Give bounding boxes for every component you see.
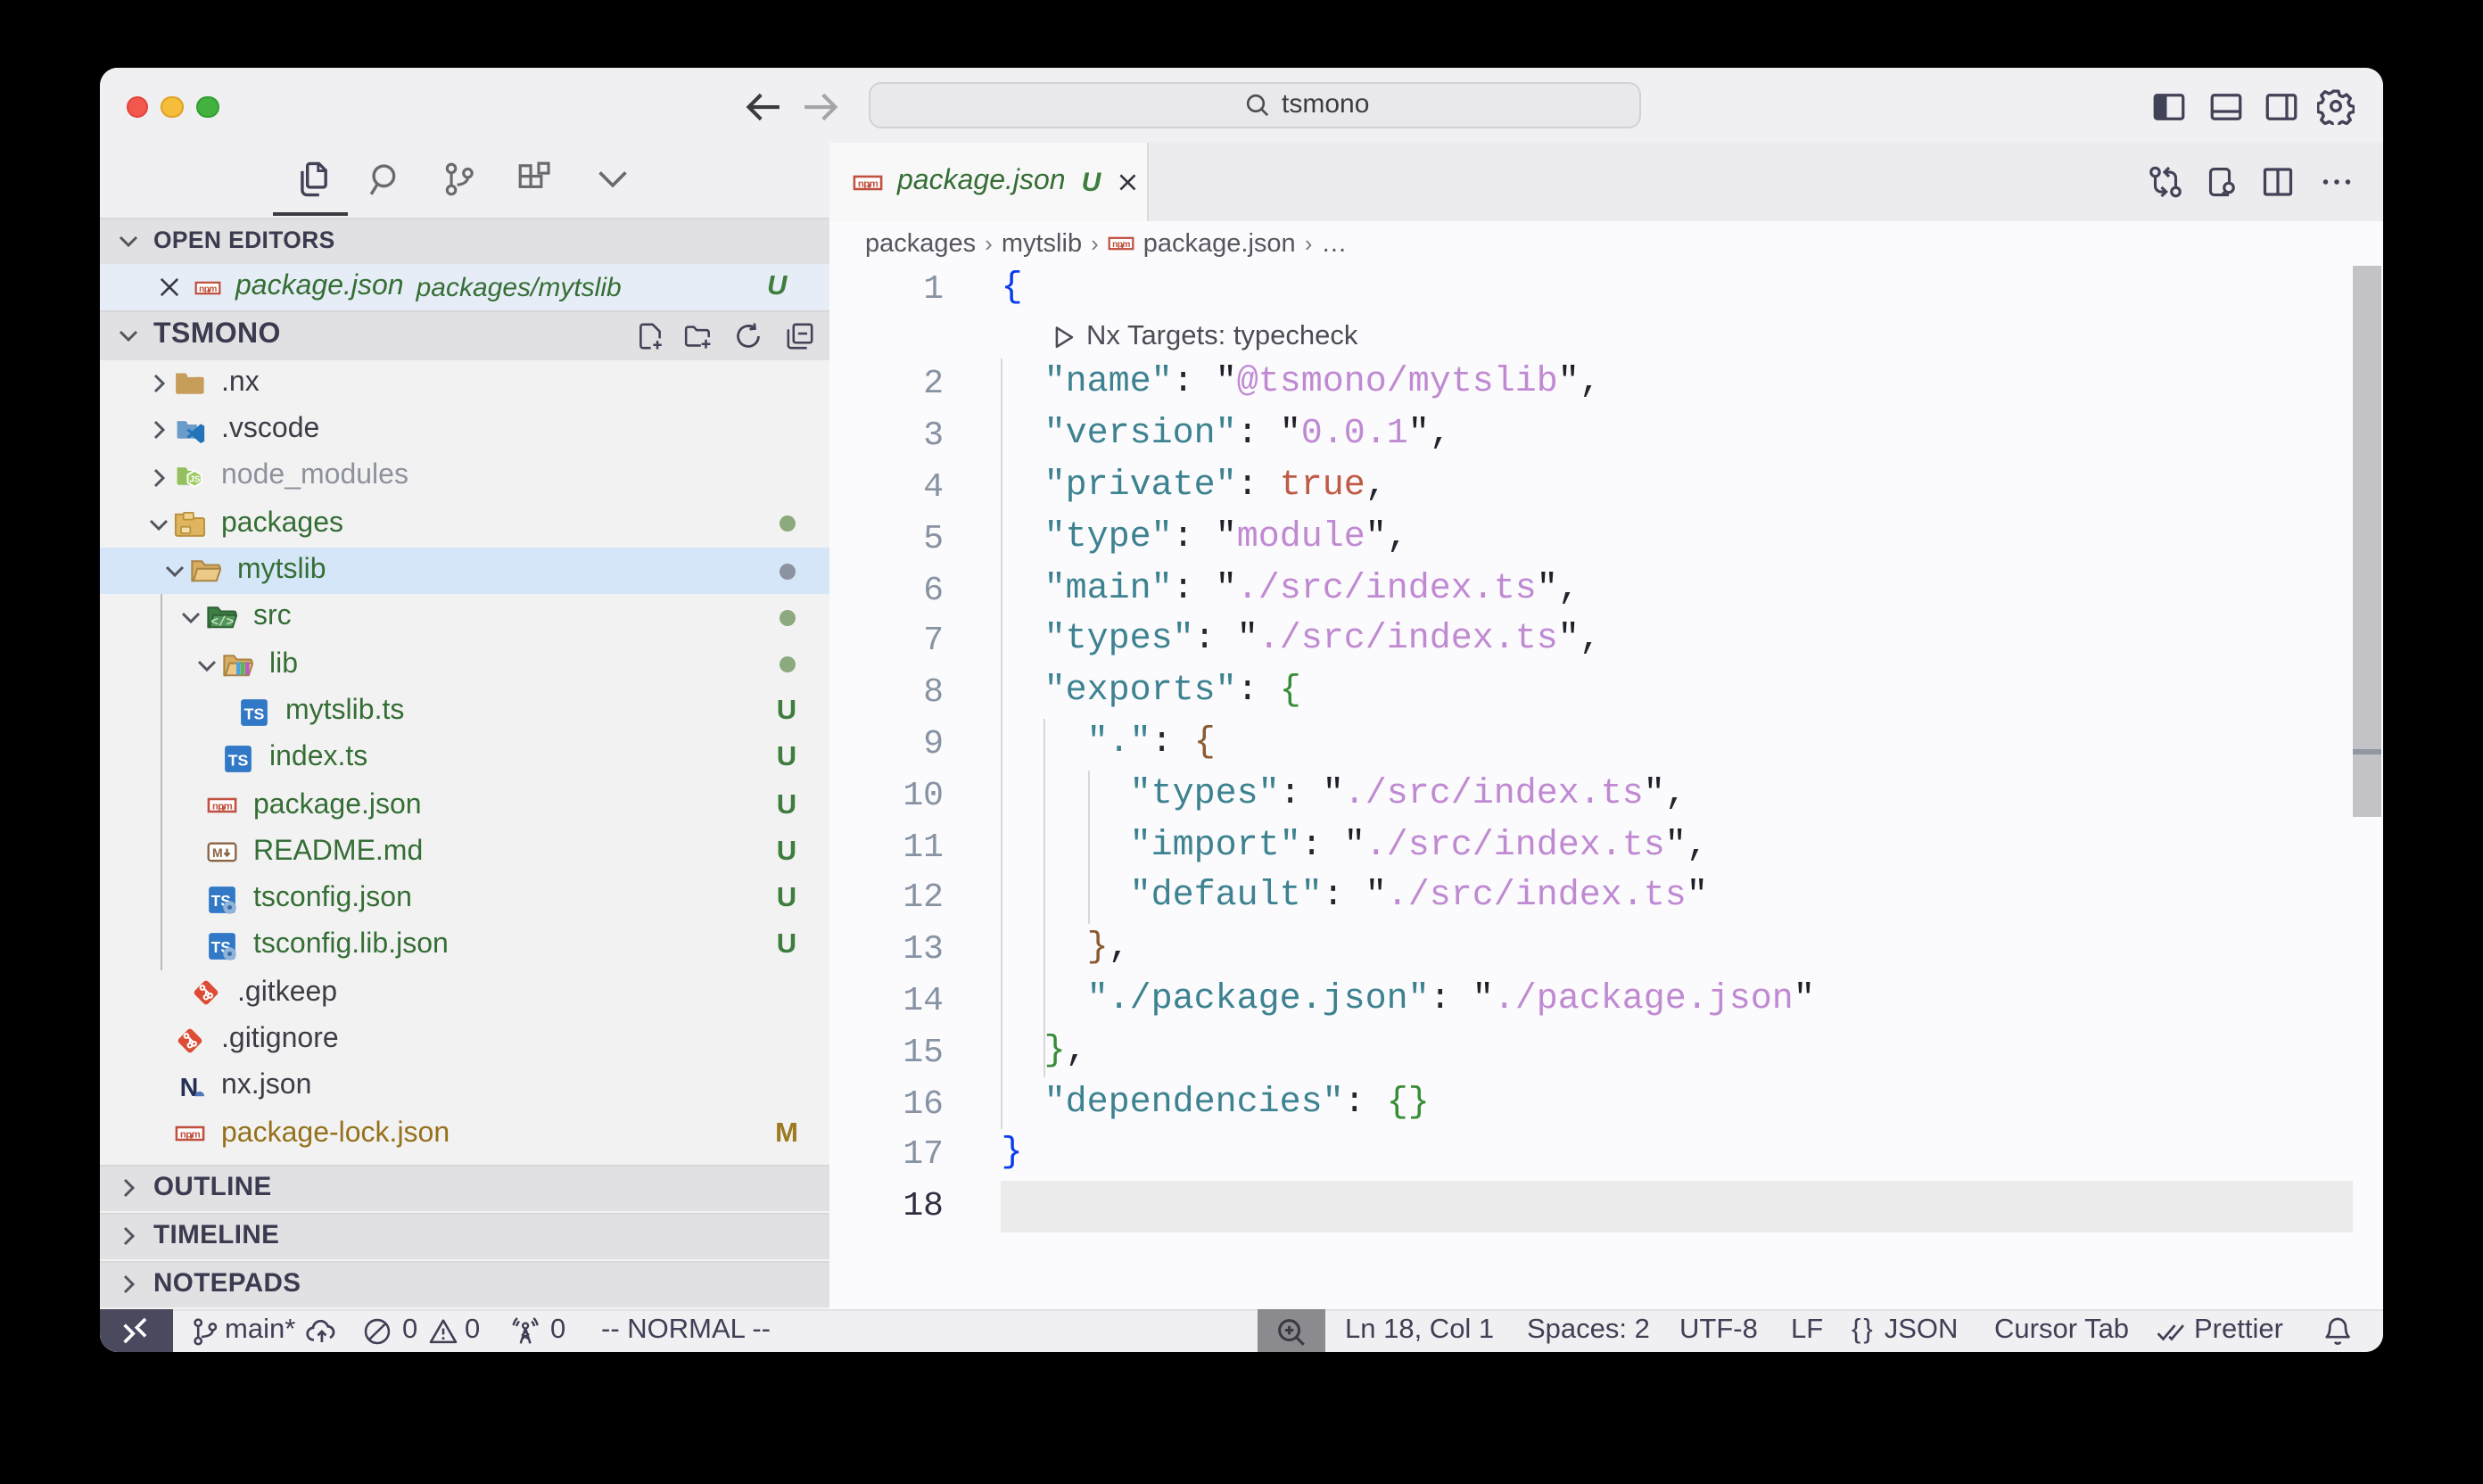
svg-text:M: M <box>211 846 222 861</box>
svg-text:N: N <box>179 1074 198 1102</box>
svg-text:</>: </> <box>210 616 234 631</box>
svg-text:JS: JS <box>188 475 199 485</box>
svg-text:TS: TS <box>227 751 248 769</box>
svg-text:TS: TS <box>243 705 264 722</box>
